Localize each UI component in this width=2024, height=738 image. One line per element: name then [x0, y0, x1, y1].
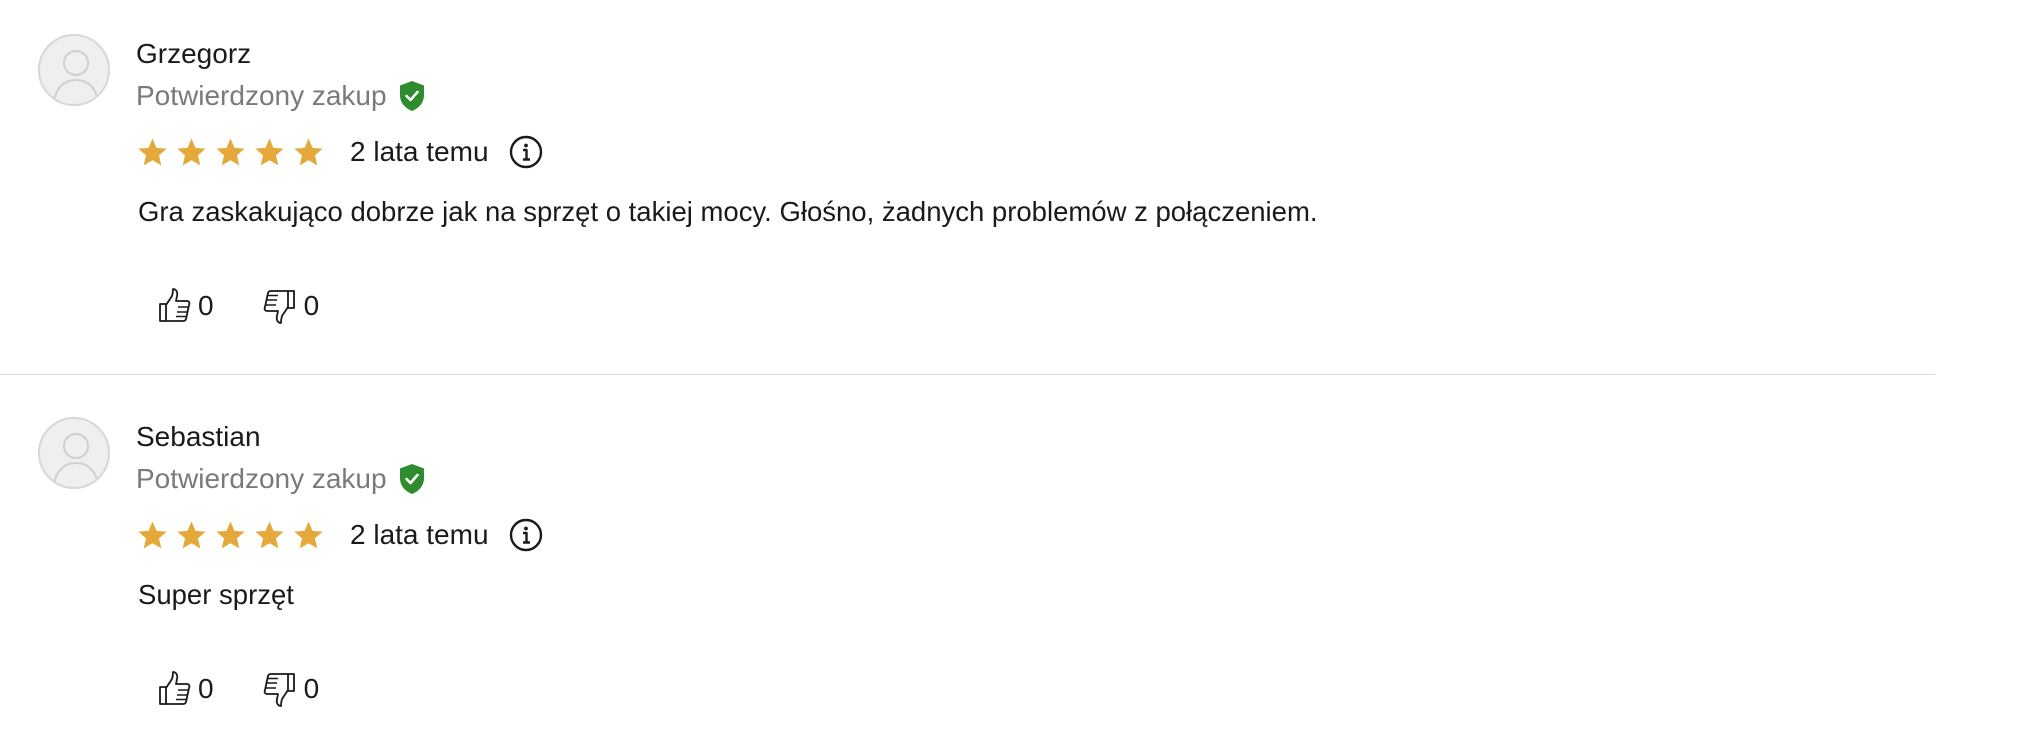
star-icon [294, 137, 323, 165]
review-date: 2 lata temu [350, 519, 489, 550]
avatar-icon [38, 34, 110, 106]
verified-purchase-label: Potwierdzony zakup [136, 80, 387, 111]
star-icon [138, 520, 167, 548]
star-icon [255, 137, 284, 165]
review-item: Grzegorz Potwierdzony zakup 2 lata temu [0, 0, 1935, 375]
review-item: Sebastian Potwierdzony zakup 2 lata temu [0, 383, 1935, 738]
verified-purchase-label: Potwierdzony zakup [136, 463, 387, 494]
review-votes: 0 0 [156, 284, 319, 328]
review-date: 2 lata temu [350, 136, 489, 167]
star-icon [138, 137, 167, 165]
star-icon [216, 520, 245, 548]
shield-check-icon [399, 81, 424, 111]
review-votes: 0 0 [156, 667, 319, 711]
review-author: Grzegorz [136, 38, 252, 69]
star-icon [294, 520, 323, 548]
thumbs-up-icon [159, 671, 191, 705]
reviews-list: Grzegorz Potwierdzony zakup 2 lata temu [0, 0, 2024, 738]
dislike-count: 0 [303, 673, 320, 704]
thumbs-up-icon [159, 288, 191, 322]
shield-check-icon [399, 464, 424, 494]
like-button[interactable]: 0 [156, 286, 214, 326]
thumbs-down-icon [263, 290, 295, 324]
like-button[interactable]: 0 [156, 669, 214, 709]
dislike-button[interactable]: 0 [262, 286, 320, 326]
star-icon [177, 520, 206, 548]
info-icon[interactable] [509, 518, 543, 552]
dislike-count: 0 [303, 290, 320, 321]
info-icon[interactable] [509, 135, 543, 169]
review-text: Gra zaskakująco dobrze jak na sprzęt o t… [138, 196, 1318, 227]
star-rating [136, 519, 325, 552]
rating-row: 2 lata temu [136, 515, 543, 555]
rating-row: 2 lata temu [136, 132, 543, 172]
avatar-icon [38, 417, 110, 489]
star-icon [255, 520, 284, 548]
like-count: 0 [198, 673, 214, 704]
thumbs-down-icon [263, 673, 295, 707]
review-text: Super sprzęt [138, 579, 294, 610]
star-icon [177, 137, 206, 165]
star-rating [136, 136, 325, 169]
review-author: Sebastian [136, 421, 261, 452]
star-icon [216, 137, 245, 165]
verified-purchase: Potwierdzony zakup [136, 461, 425, 497]
verified-purchase: Potwierdzony zakup [136, 78, 425, 114]
dislike-button[interactable]: 0 [262, 669, 320, 709]
like-count: 0 [198, 290, 214, 321]
